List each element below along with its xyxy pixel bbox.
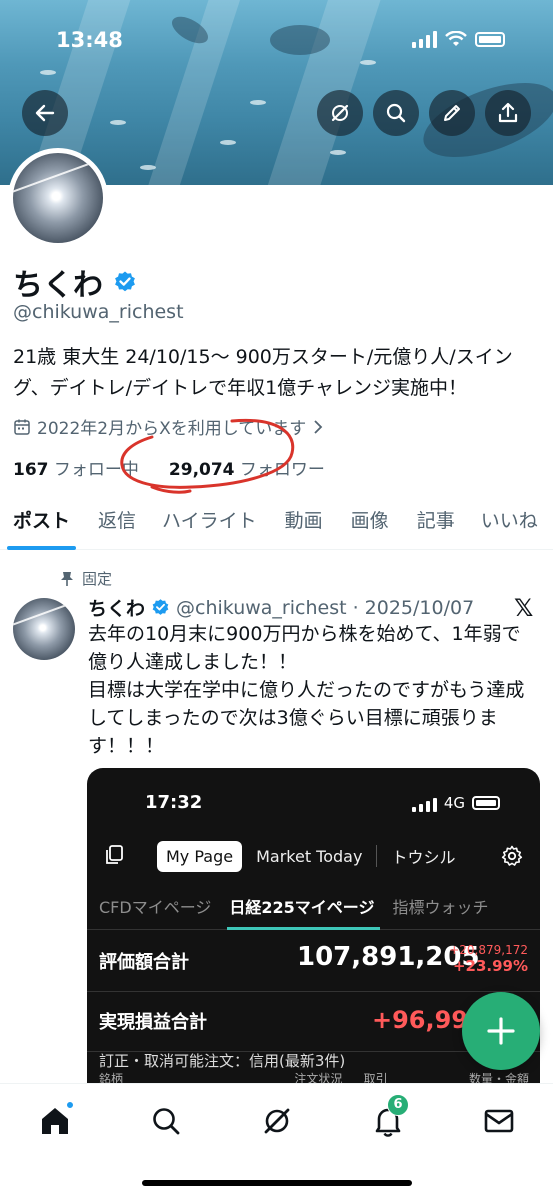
- pin-icon: [61, 571, 73, 586]
- embed-status-time: 17:32: [145, 792, 203, 813]
- profile-name-row: ちくわ: [13, 260, 137, 304]
- profile-bio: 21歳 東大生 24/10/15〜 900万スタート/元億り人/スイング、デイト…: [13, 346, 513, 399]
- embed-subtab-nikkei225: 日経225マイページ: [217, 886, 381, 930]
- embed-change-pct: +23.99%: [452, 957, 528, 975]
- embed-valuation-label: 評価額合計: [99, 952, 189, 973]
- embed-seg-my-page: My Page: [157, 840, 243, 872]
- tab-articles[interactable]: 記事: [417, 498, 455, 550]
- verified-badge-icon[interactable]: [113, 270, 137, 294]
- embed-sub-tabs: CFDマイページ 日経225マイページ 指標ウォッチ: [87, 886, 540, 930]
- search-icon: [153, 1108, 180, 1135]
- embed-seg-toushiru: トウシル: [391, 848, 456, 867]
- tab-videos[interactable]: 動画: [285, 498, 323, 550]
- edit-button[interactable]: [429, 90, 475, 136]
- tab-replies[interactable]: 返信: [98, 498, 136, 550]
- embed-realized-label: 実現損益合計: [99, 1012, 207, 1033]
- search-icon: [386, 103, 406, 123]
- battery-icon: [472, 796, 500, 810]
- embed-segment-tabs: My Page Market Today トウシル: [157, 838, 461, 874]
- embed-change-abs: +20,879,172: [449, 943, 528, 957]
- tab-images[interactable]: 画像: [351, 498, 389, 550]
- fish-shape: [330, 150, 346, 155]
- profile-name: ちくわ: [13, 268, 103, 303]
- cellular-signal-icon: [412, 30, 437, 48]
- profile-handle: @chikuwa_richest: [13, 301, 184, 323]
- embed-valuation-change: +20,879,172 +23.99%: [449, 942, 528, 975]
- hand-drawn-annotation-circle: [120, 418, 295, 494]
- compose-post-button[interactable]: [462, 992, 540, 1070]
- pencil-icon: [444, 105, 460, 121]
- home-unread-dot: [66, 1101, 74, 1109]
- chevron-right-icon: [314, 419, 323, 434]
- home-indicator: [142, 1180, 412, 1186]
- home-icon: [42, 1108, 68, 1134]
- tab-highlights[interactable]: ハイライト: [162, 498, 257, 550]
- nav-grok[interactable]: [260, 1104, 294, 1138]
- nav-messages[interactable]: [482, 1104, 516, 1138]
- embed-status-icons: 4G: [411, 794, 500, 812]
- search-button[interactable]: [373, 90, 419, 136]
- embed-network: 4G: [443, 794, 465, 812]
- fish-shape: [250, 100, 266, 105]
- wifi-icon: [445, 31, 467, 46]
- profile-avatar[interactable]: [8, 148, 108, 248]
- embed-orders-label: 訂正・取消可能注文：信用(最新3件): [99, 1052, 346, 1070]
- arrow-left-icon: [35, 104, 55, 122]
- grok-button[interactable]: [317, 90, 363, 136]
- nav-home[interactable]: [38, 1101, 74, 1138]
- following-count: 167: [13, 460, 49, 480]
- post-handle-date: @chikuwa_richest · 2025/10/07: [176, 596, 475, 619]
- fish-shape: [40, 70, 56, 75]
- status-time: 13:48: [56, 28, 123, 52]
- fish-shape: [110, 120, 126, 125]
- embed-subtab-index-watch: 指標ウォッチ: [392, 898, 489, 917]
- grok-icon: [331, 104, 349, 122]
- fish-shape: [360, 60, 376, 65]
- gear-icon: [501, 845, 523, 866]
- nav-notifications[interactable]: 6: [371, 1094, 409, 1138]
- tab-likes[interactable]: いいね: [481, 498, 538, 550]
- fish-shape: [220, 140, 236, 145]
- share-button[interactable]: [485, 90, 531, 136]
- post-header: ちくわ @chikuwa_richest · 2025/10/07: [88, 594, 474, 621]
- post-author-name[interactable]: ちくわ: [88, 594, 145, 621]
- envelope-icon: [484, 1109, 514, 1133]
- profile-tabs: ポスト 返信 ハイライト 動画 画像 記事 いいね: [0, 498, 553, 550]
- notification-count-badge: 6: [387, 1094, 409, 1116]
- post-author-avatar[interactable]: [13, 598, 75, 660]
- status-icons: [412, 30, 505, 48]
- cellular-signal-icon: [411, 794, 437, 812]
- plus-icon: [487, 1017, 515, 1045]
- fish-shape: [140, 165, 156, 170]
- pinned-label: 固定: [82, 570, 113, 588]
- back-button[interactable]: [22, 90, 68, 136]
- verified-badge-icon: [152, 599, 169, 615]
- embed-valuation-row: 評価額合計 107,891,205 +20,879,172 +23.99%: [87, 932, 540, 992]
- x-logo-icon[interactable]: 𝕏: [514, 594, 533, 622]
- ray-fish-shape: [270, 25, 330, 55]
- embed-subtab-cfd: CFDマイページ: [99, 898, 212, 917]
- embed-seg-market-today: Market Today: [256, 846, 363, 866]
- calendar-icon: [14, 419, 30, 435]
- nav-search[interactable]: [149, 1104, 183, 1138]
- pinned-indicator: 固定: [60, 568, 112, 589]
- post-text: 去年の10月末に900万円から株を始めて、1年弱で億り人達成しました！！ 目標は…: [88, 623, 525, 757]
- share-icon: [498, 102, 518, 123]
- grok-icon: [264, 1108, 290, 1134]
- copy-icon: [106, 845, 123, 864]
- battery-icon: [475, 31, 505, 47]
- tab-posts[interactable]: ポスト: [6, 498, 77, 550]
